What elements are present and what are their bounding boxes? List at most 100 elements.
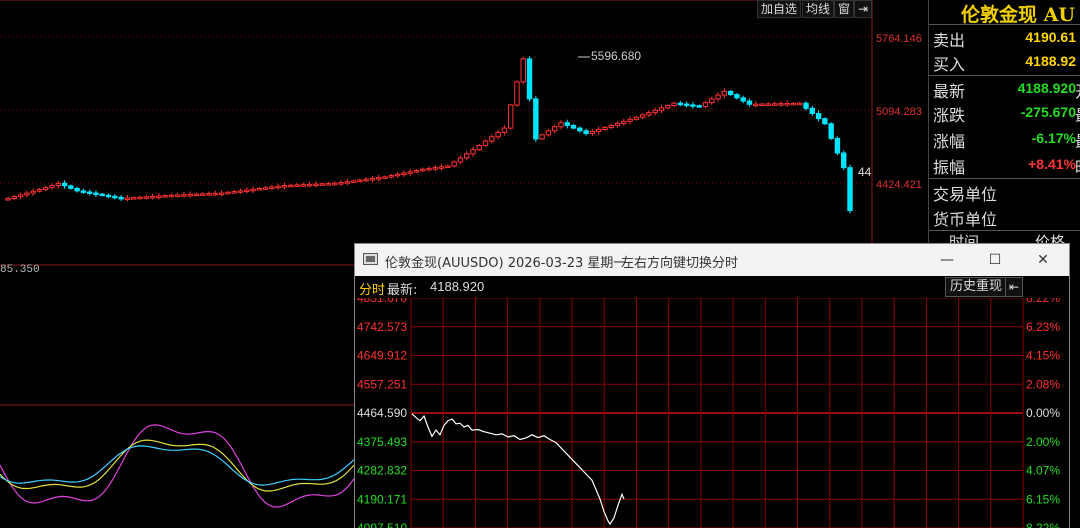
sell-row: 卖出 4190.61 [931, 27, 1080, 51]
candle-body [489, 136, 495, 142]
minimize-button[interactable]: — [927, 246, 967, 274]
candle-body [438, 166, 445, 169]
candle-body [627, 118, 633, 122]
close-button[interactable]: ✕ [1023, 246, 1063, 274]
candle-body [847, 167, 853, 212]
candle-body [49, 184, 55, 189]
candle-body [105, 194, 112, 198]
intraday-chart-svg[interactable]: 4831.670 4742.573 4649.912 4557.251 4464.590… [355, 298, 1069, 528]
candle-body [740, 97, 746, 102]
candle-body [17, 194, 24, 198]
candle-body [212, 192, 219, 196]
candle-body [753, 103, 759, 107]
intraday-right-axis-label: 0.00% [1026, 406, 1060, 420]
candle-body [545, 130, 552, 136]
candle-body [24, 192, 30, 196]
candle-body [551, 126, 558, 132]
candle-body [658, 107, 665, 111]
intraday-right-axis-label: 2.08% [1026, 377, 1060, 391]
candle-body [671, 102, 677, 107]
intraday-popup-window[interactable]: 伦敦金现(AUUSDO) 2026-03-23 星期一 左右方向键切换分时 — … [354, 243, 1070, 528]
candle-body [68, 185, 74, 189]
price-axis-label-low: 4424.421 [876, 179, 922, 191]
intraday-left-axis-label: 4742.573 [357, 320, 407, 334]
candle-body [595, 128, 602, 132]
history-replay-button[interactable]: 历史重现 [945, 277, 1008, 297]
candle-body [55, 182, 61, 186]
candle-body [702, 102, 709, 107]
candle-body [715, 94, 721, 100]
moving-average-button[interactable]: 均线 [802, 0, 835, 18]
candle-body [558, 122, 564, 128]
pin-panel-button[interactable]: ⇥ [854, 0, 873, 18]
window-button[interactable]: 窗 [834, 0, 855, 18]
candle-body [771, 103, 778, 106]
candle-body [633, 116, 640, 120]
candle-body [162, 195, 168, 198]
candle-body [174, 194, 181, 197]
candle-body [112, 195, 118, 199]
candle-body [570, 124, 577, 129]
intraday-left-axis-label: 4282.832 [357, 464, 407, 478]
candle-body [325, 183, 332, 186]
candle-body [250, 188, 256, 192]
intraday-left-axis-label: 4464.590 [357, 406, 407, 420]
candle-body [828, 123, 834, 139]
indicator-line-d [0, 439, 355, 492]
candle-body [426, 167, 432, 171]
candle-body [514, 81, 520, 106]
candle-body [407, 171, 413, 174]
candle-body [746, 100, 753, 105]
intraday-right-axis-label: 6.23% [1026, 320, 1060, 334]
price-axis-label-top: 5764.146 [876, 33, 922, 45]
intraday-left-axis-label: 4831.670 [357, 298, 407, 305]
popup-title: 伦敦金现(AUUSDO) 2026-03-23 星期一 [385, 256, 627, 271]
low-label: 最 [1075, 128, 1080, 152]
candle-body [344, 181, 351, 184]
amplitude-label: 振幅 [933, 158, 966, 177]
candle-body [709, 98, 715, 104]
maximize-button[interactable]: ☐ [975, 246, 1015, 274]
intraday-price-line [411, 413, 625, 526]
candle-body [350, 180, 357, 183]
candle-body [288, 184, 294, 188]
candle-body [30, 190, 36, 194]
separator [929, 178, 1080, 179]
intraday-right-axis-label: 4.07% [1026, 464, 1060, 478]
candle-body [778, 103, 784, 106]
candle-body [602, 126, 608, 130]
candle-body [589, 130, 596, 135]
candle-body [275, 185, 281, 189]
intraday-tab[interactable]: 分时 [359, 279, 385, 298]
separator [929, 24, 1080, 25]
candle-body [501, 127, 508, 133]
candle-body [834, 137, 841, 154]
candle-body [5, 197, 11, 201]
candle-body [319, 183, 325, 186]
latest-row: 最新 4188.920 开 [931, 78, 1080, 102]
popup-latest-label: 最新: [387, 283, 418, 298]
popup-info-bar: 分时 最新: 4188.920 历史重现 ⇤ [355, 276, 1069, 298]
candle-body [482, 140, 489, 146]
candle-body [470, 149, 476, 155]
candle-body [118, 196, 124, 200]
buy-row: 买入 4188.92 [931, 51, 1080, 75]
candle-body [520, 58, 526, 83]
intraday-left-axis-label: 4557.251 [357, 377, 407, 391]
candle-body [130, 197, 137, 200]
candle-body [457, 157, 464, 163]
candle-body [495, 131, 501, 138]
candle-body [388, 175, 394, 178]
indicator-line-k [0, 424, 355, 508]
candle-body [683, 103, 690, 107]
popup-titlebar[interactable]: 伦敦金现(AUUSDO) 2026-03-23 星期一 左右方向键切换分时 — … [355, 244, 1069, 276]
candle-body [445, 165, 451, 168]
history-back-icon[interactable]: ⇤ [1005, 277, 1023, 297]
change-row: 涨跌 -275.670 最 [931, 102, 1080, 126]
candle-body [80, 190, 87, 193]
candle-body [36, 188, 43, 192]
candle-body [281, 184, 288, 188]
candle-body [168, 194, 175, 198]
candle-body [256, 188, 263, 191]
add-watchlist-button[interactable]: 加自选 [757, 0, 802, 18]
